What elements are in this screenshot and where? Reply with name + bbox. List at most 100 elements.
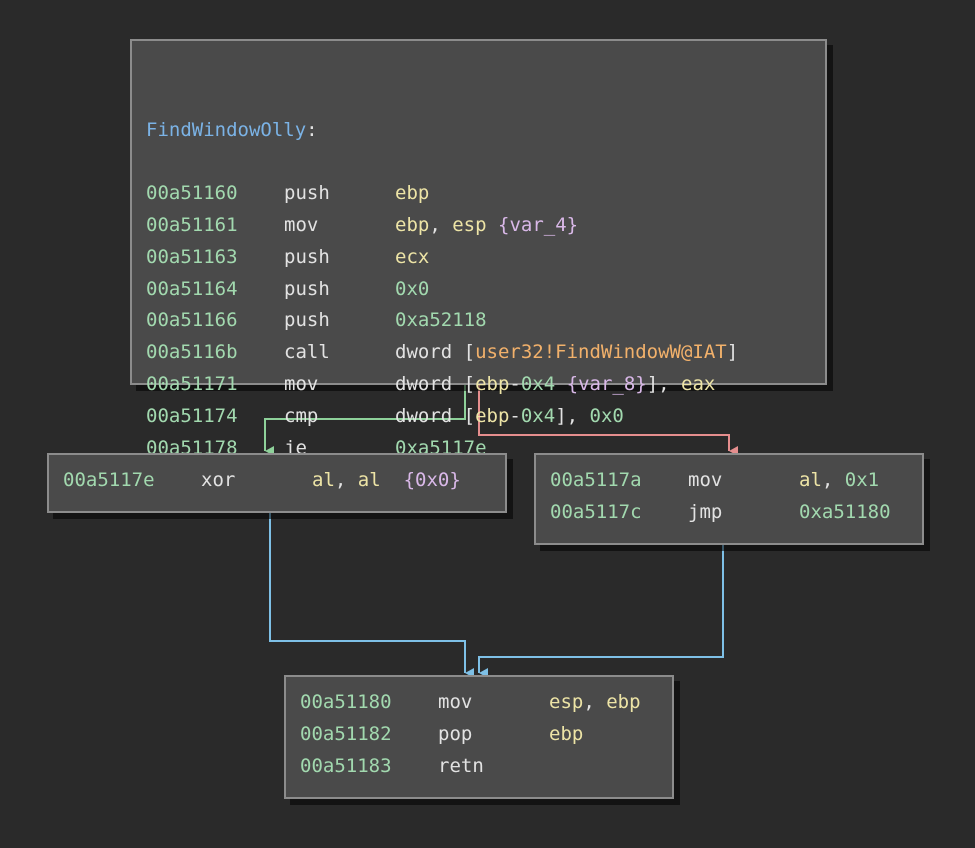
instruction-mnemonic: cmp	[284, 404, 319, 427]
edge-jmp-to-exit	[478, 544, 724, 678]
register-token[interactable]: eax	[681, 373, 715, 395]
instruction-mnemonic: push	[284, 245, 330, 268]
instruction-row[interactable]: 00a5117a mov al, 0x1	[550, 465, 908, 497]
punctuation-token	[555, 373, 566, 395]
instruction-row[interactable]: 00a51182 pop ebp	[300, 719, 658, 751]
register-token[interactable]: al	[799, 469, 822, 491]
instruction-row[interactable]: 00a51180 mov esp, ebp	[300, 687, 658, 719]
instruction-operands: dword [ebp-0x4], 0x0	[395, 401, 624, 433]
instruction-operands: esp, ebp	[549, 687, 641, 719]
instruction-address[interactable]: 00a5116b	[146, 337, 284, 369]
instruction-operands: al, al {0x0}	[312, 465, 461, 497]
punctuation-token: dword [	[395, 404, 476, 427]
punctuation-token: ],	[646, 372, 682, 395]
instruction-address[interactable]: 00a51161	[146, 210, 284, 242]
punctuation-token	[381, 469, 404, 491]
instruction-address[interactable]: 00a5117e	[63, 465, 201, 497]
basic-block-entry[interactable]: FindWindowOlly: 00a51160 push ebp 00a51161 m…	[130, 39, 827, 459]
punctuation-token: ]	[726, 341, 739, 364]
variable-token[interactable]: {var_4}	[498, 214, 578, 236]
punctuation-token: ,	[821, 469, 845, 491]
symbol-token[interactable]: user32!FindWindowW@IAT	[475, 341, 727, 363]
punctuation-token: -	[509, 404, 521, 427]
instruction-row[interactable]: 00a51163 push ecx	[146, 242, 811, 274]
instruction-row[interactable]: 00a51166 push 0xa52118	[146, 305, 811, 337]
instruction-row[interactable]: 00a51160 push ebp	[146, 178, 811, 210]
instruction-address[interactable]: 00a51166	[146, 305, 284, 337]
instruction-row[interactable]: 00a51161 mov ebp, esp {var_4}	[146, 210, 811, 242]
basic-block-exit[interactable]: 00a51180 mov esp, ebp 00a51182 pop ebp 00a5118…	[284, 675, 674, 799]
instruction-operands: ebp, esp {var_4}	[395, 210, 578, 242]
instruction-mnemonic: push	[284, 277, 330, 300]
number-token[interactable]: 0xa52118	[395, 309, 487, 331]
instruction-mnemonic: mov	[688, 469, 723, 491]
instruction-row[interactable]: 00a51171 mov dword [ebp-0x4 {var_8}], eax	[146, 369, 811, 401]
instruction-address[interactable]: 00a51160	[146, 178, 284, 210]
instruction-row[interactable]: 00a5117c jmp 0xa51180	[550, 497, 908, 529]
punctuation-token: ,	[583, 691, 607, 713]
register-token[interactable]: al	[358, 469, 381, 491]
register-token[interactable]: ecx	[395, 246, 429, 268]
instruction-address[interactable]: 00a51180	[300, 687, 438, 719]
variable-token[interactable]: {0x0}	[404, 469, 461, 491]
number-token[interactable]: 0x0	[590, 405, 624, 427]
number-token[interactable]: 0x0	[395, 278, 429, 300]
function-label: FindWindowOlly:	[146, 115, 811, 147]
basic-block-true-branch[interactable]: 00a5117e xor al, al {0x0}	[47, 453, 507, 513]
instruction-operands: dword [ebp-0x4 {var_8}], eax	[395, 369, 715, 401]
punctuation-token: -	[509, 372, 521, 395]
number-token[interactable]: 0xa51180	[799, 501, 891, 523]
register-token[interactable]: al	[312, 469, 335, 491]
function-name[interactable]: FindWindowOlly	[146, 115, 306, 147]
instruction-operands: dword [user32!FindWindowW@IAT]	[395, 337, 738, 369]
register-token[interactable]: ebp	[475, 405, 509, 427]
punctuation-token: dword [	[395, 341, 476, 364]
instruction-address[interactable]: 00a51182	[300, 719, 438, 751]
instruction-mnemonic: mov	[284, 372, 319, 395]
instruction-mnemonic: push	[284, 309, 330, 332]
instruction-row[interactable]: 00a51164 push 0x0	[146, 274, 811, 306]
instruction-mnemonic: push	[284, 182, 330, 205]
punctuation-token: ],	[555, 404, 590, 427]
instruction-mnemonic: call	[284, 341, 330, 364]
punctuation-token	[487, 214, 498, 236]
instruction-mnemonic: mov	[438, 691, 473, 713]
basic-block-false-branch[interactable]: 00a5117a mov al, 0x1 00a5117c jmp 0xa51180	[534, 453, 924, 545]
number-token[interactable]: 0x4	[521, 373, 555, 395]
instruction-address[interactable]: 00a51171	[146, 369, 284, 401]
instruction-address[interactable]: 00a5117c	[550, 497, 688, 529]
instruction-mnemonic: pop	[438, 722, 473, 745]
instruction-address[interactable]: 00a51164	[146, 274, 284, 306]
register-token[interactable]: ebp	[549, 723, 583, 745]
instruction-row[interactable]: 00a51174 cmp dword [ebp-0x4], 0x0	[146, 401, 811, 433]
instruction-operands: 0xa52118	[395, 305, 487, 337]
instruction-address[interactable]: 00a51174	[146, 401, 284, 433]
punctuation-token: ,	[334, 469, 358, 491]
punctuation-token: dword [	[395, 372, 476, 395]
register-token[interactable]: esp	[452, 214, 486, 236]
variable-token[interactable]: {var_8}	[567, 373, 647, 395]
instruction-operands: 0x0	[395, 274, 429, 306]
instruction-mnemonic: jmp	[688, 500, 723, 523]
number-token[interactable]: 0x4	[521, 405, 555, 427]
instruction-operands: ecx	[395, 242, 429, 274]
instruction-row[interactable]: 00a5117e xor al, al {0x0}	[63, 465, 491, 497]
register-token[interactable]: ebp	[395, 214, 429, 236]
register-token[interactable]: ebp	[395, 182, 429, 204]
instruction-operands: al, 0x1	[799, 465, 879, 497]
instruction-mnemonic: mov	[284, 213, 319, 236]
edge-xor-to-exit	[269, 512, 474, 678]
instruction-row[interactable]: 00a5116b call dword [user32!FindWindowW@IA…	[146, 337, 811, 369]
instruction-operands: ebp	[549, 719, 583, 751]
instruction-address[interactable]: 00a51183	[300, 751, 438, 783]
number-token[interactable]: 0x1	[845, 469, 879, 491]
instruction-address[interactable]: 00a5117a	[550, 465, 688, 497]
instruction-row[interactable]: 00a51183 retn	[300, 751, 658, 783]
punctuation-token: ,	[429, 213, 453, 236]
instruction-address[interactable]: 00a51163	[146, 242, 284, 274]
instruction-operands: ebp	[395, 178, 429, 210]
register-token[interactable]: esp	[549, 691, 583, 713]
register-token[interactable]: ebp	[606, 691, 640, 713]
register-token[interactable]: ebp	[475, 373, 509, 395]
instruction-mnemonic: retn	[438, 754, 484, 777]
